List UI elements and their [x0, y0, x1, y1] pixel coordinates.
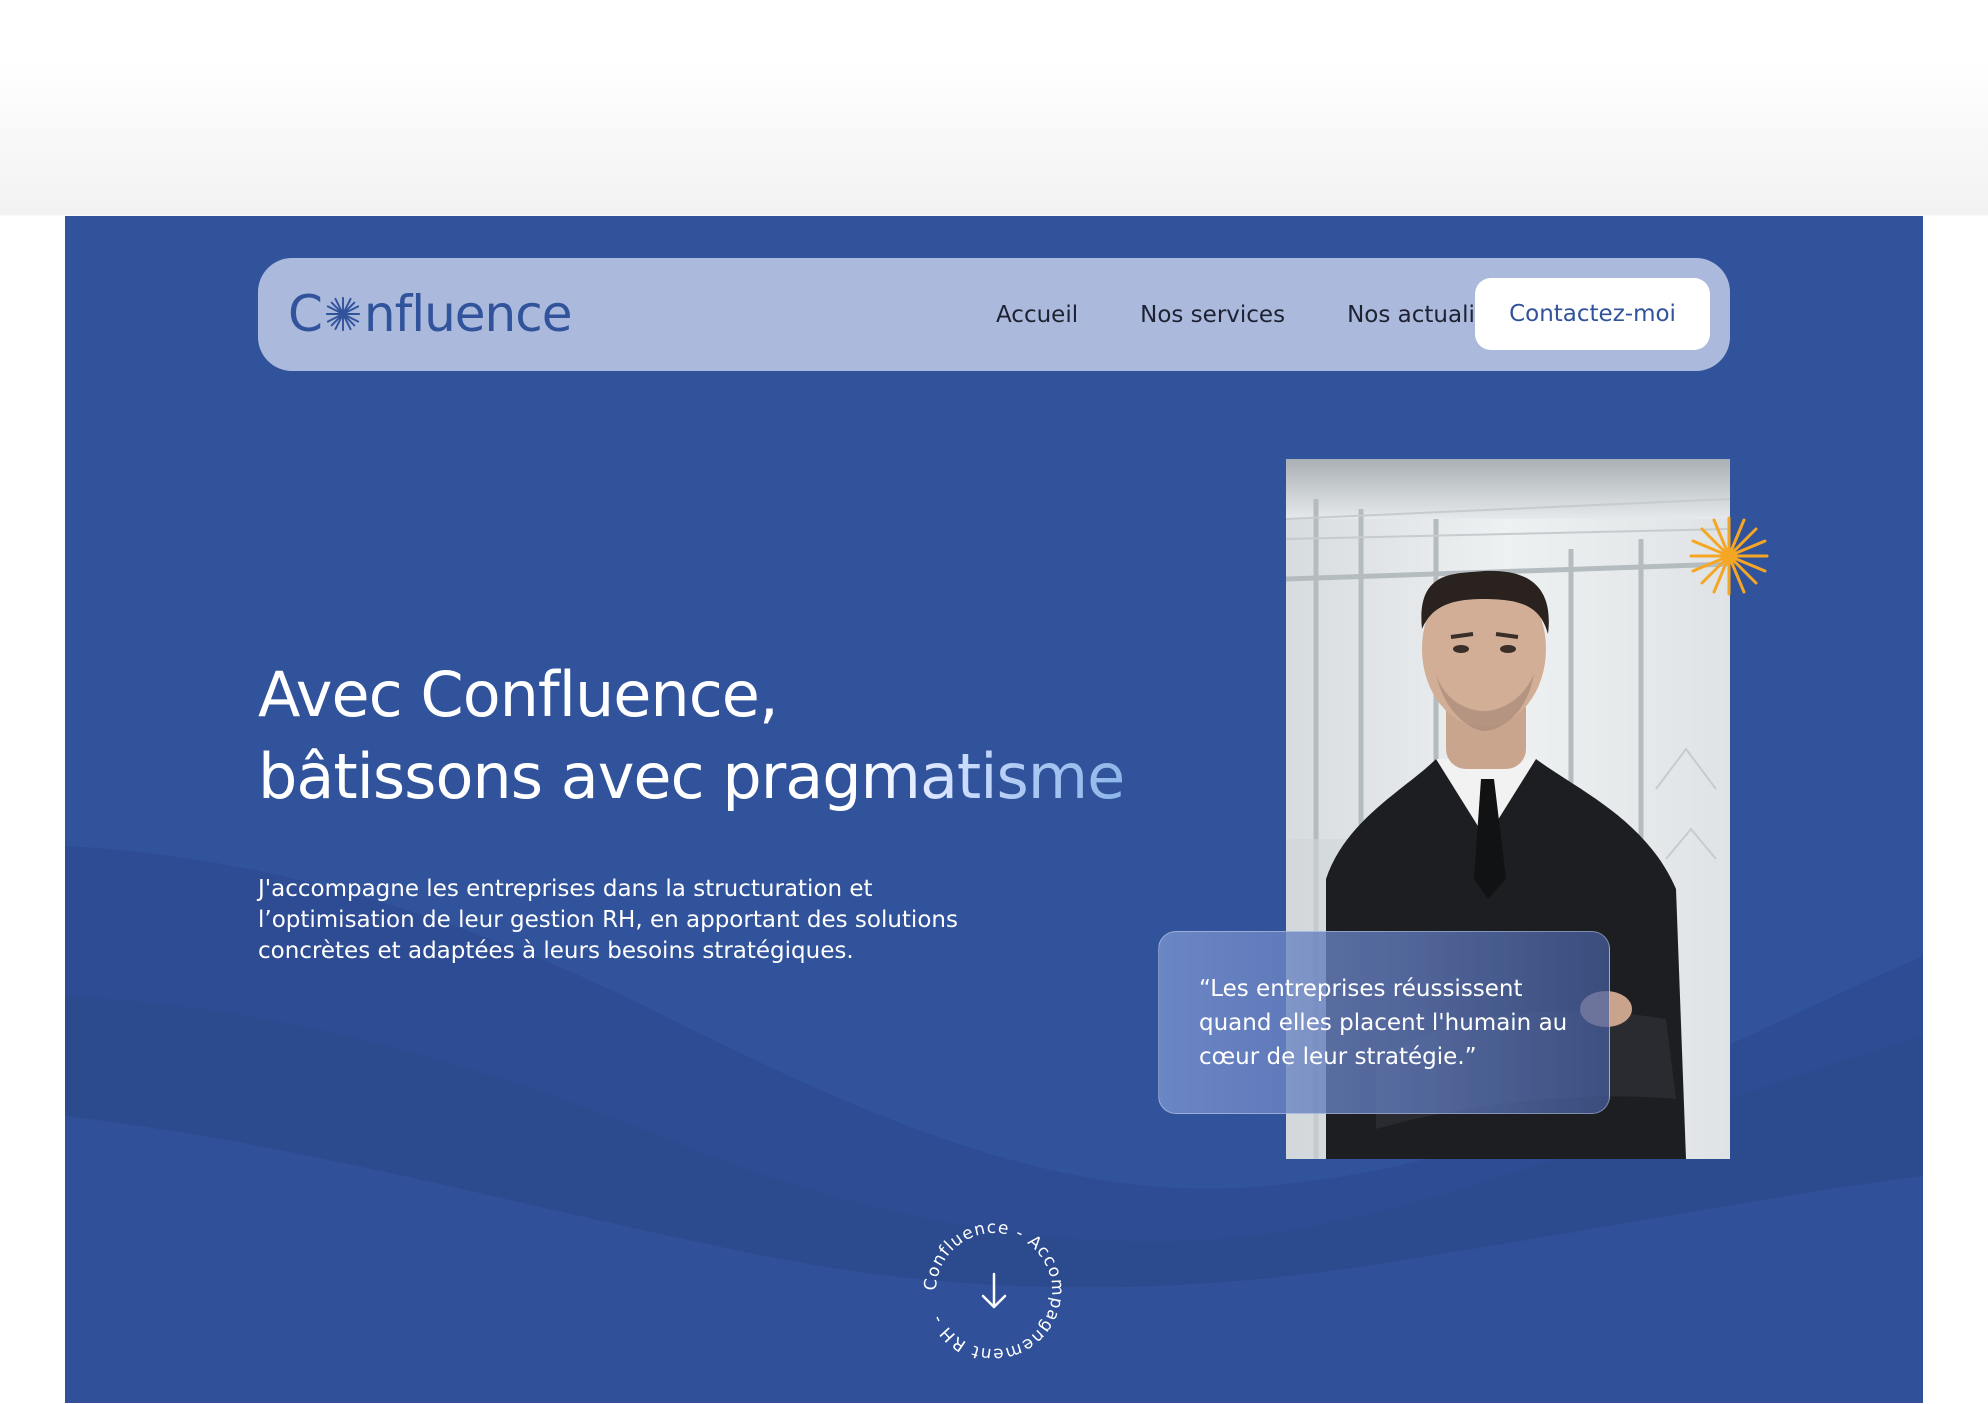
nav-link-accueil[interactable]: Accueil: [996, 302, 1078, 328]
logo-text-start: C: [288, 285, 323, 343]
navbar: C nfluence Accueil Nos services Nos actu…: [258, 258, 1730, 371]
brand-logo[interactable]: C nfluence: [288, 284, 572, 344]
starburst-icon: [1689, 516, 1769, 596]
hero-section: C nfluence Accueil Nos services Nos actu…: [65, 216, 1923, 1403]
sun-icon: [325, 296, 361, 332]
hero-headline: Avec Confluence, bâtissons avec pragmati…: [258, 654, 1126, 818]
headline-line-2: bâtissons avec prag: [258, 740, 862, 813]
quote-card: “Les entreprises réussissent quand elles…: [1158, 931, 1610, 1114]
nav-link-services[interactable]: Nos services: [1140, 302, 1285, 328]
logo-text-end: nfluence: [363, 285, 573, 343]
hero-description: J'accompagne les entreprises dans la str…: [258, 876, 958, 964]
quote-text: “Les entreprises réussissent quand elles…: [1199, 976, 1568, 1070]
nav-links: Accueil Nos services Nos actualités: [996, 258, 1510, 371]
contact-button[interactable]: Contactez-moi: [1475, 278, 1710, 350]
arrow-down-icon: [981, 1272, 1007, 1309]
scroll-down-badge[interactable]: Confluence - Accompagnement RH -: [919, 1216, 1069, 1366]
headline-gradient-word: matisme: [860, 740, 1126, 813]
headline-line-1: Avec Confluence,: [258, 658, 779, 731]
